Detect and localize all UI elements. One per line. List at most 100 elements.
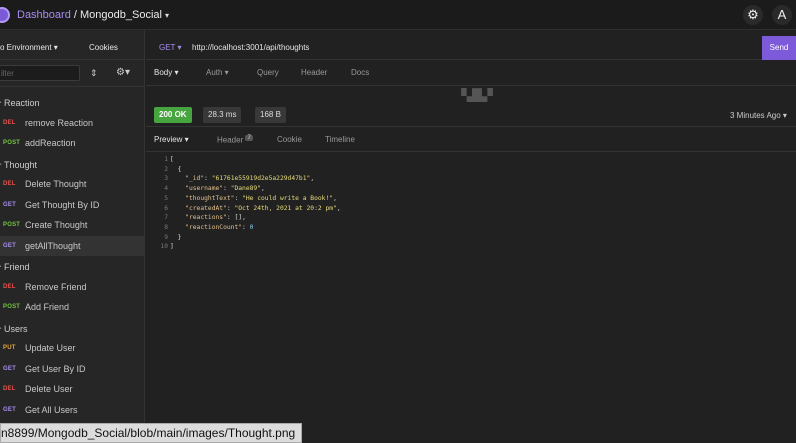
line-number: 5 <box>164 194 168 202</box>
method-badge: PUT <box>3 345 16 351</box>
line-number: 6 <box>164 204 168 212</box>
request-item[interactable]: GET Get Thought By ID <box>0 195 145 215</box>
folder-item[interactable]: ▸Friend <box>0 256 145 276</box>
request-label: Get User By ID <box>25 363 86 374</box>
tab-response-header[interactable]: Header 7 <box>217 135 253 145</box>
method-badge: POST <box>3 304 21 310</box>
filter-row: ilter ⇕ ⚙▾ <box>0 61 145 87</box>
json-value: "61761e55919d2e5a229d47b1" <box>211 175 311 183</box>
request-item[interactable]: DEL Delete Thought <box>0 174 145 194</box>
request-item[interactable]: PUT Update User <box>0 338 145 358</box>
request-item[interactable]: DEL Delete User <box>0 379 145 399</box>
request-item[interactable]: POST Create Thought <box>0 215 145 235</box>
request-item[interactable]: GET Get All Users <box>0 400 145 420</box>
request-item[interactable]: DEL Remove Friend <box>0 277 145 297</box>
json-key: "reactions" <box>185 214 227 222</box>
folder-item[interactable]: ▸Users <box>0 318 145 338</box>
request-item[interactable]: GET Get User By ID <box>0 359 145 379</box>
method-badge: GET <box>3 242 16 249</box>
request-tabs: Body ▾ Auth ▾ Query Header Docs <box>146 61 796 86</box>
json-key: "_id" <box>185 175 205 183</box>
method-badge: POST <box>3 222 21 228</box>
sidebar-settings-icon[interactable]: ⚙▾ <box>116 67 130 78</box>
app-logo-icon[interactable] <box>0 7 10 23</box>
request-item[interactable]: DEL remove Reaction <box>0 113 145 133</box>
account-icon[interactable]: A <box>772 5 792 25</box>
request-label: Update User <box>25 343 76 353</box>
status-url-tooltip: n8899/Mongodb_Social/blob/main/images/Th… <box>0 423 303 443</box>
request-label: getAllThought <box>25 240 81 251</box>
tab-preview[interactable]: Preview ▾ <box>154 135 189 144</box>
tab-response-header-label: Header <box>217 135 244 145</box>
tab-query[interactable]: Query <box>257 68 279 77</box>
sidebar: o Environment ▾ Cookies ilter ⇕ ⚙▾ ▸Reac… <box>0 30 145 443</box>
status-badge: 200 OK <box>154 107 192 123</box>
breadcrumb-dashboard[interactable]: Dashboard <box>17 9 71 21</box>
header-count-badge: 7 <box>245 135 253 141</box>
request-label: Delete Thought <box>25 179 87 189</box>
folder-chevron-icon[interactable]: ▸ <box>0 324 2 332</box>
request-item[interactable]: POST addReaction <box>0 133 145 153</box>
json-value: 0 <box>249 223 254 231</box>
response-time-badge: 28.3 ms <box>203 107 242 123</box>
history-dropdown[interactable]: 3 Minutes Ago ▾ <box>730 111 787 120</box>
send-button[interactable]: Send <box>762 36 796 60</box>
json-value: "Dane89" <box>230 185 262 193</box>
json-key: "thoughtText" <box>185 194 235 202</box>
breadcrumb-project[interactable]: Mongodb_Social <box>80 9 162 21</box>
request-item[interactable]: POST Add Friend <box>0 297 145 317</box>
request-label: Delete User <box>25 384 73 394</box>
code-line: ] <box>170 243 174 251</box>
tab-auth[interactable]: Auth ▾ <box>206 68 229 77</box>
method-badge: DEL <box>3 181 16 187</box>
code-line: "username": "Dane89", <box>185 185 265 193</box>
code-line: "_id": "61761e55919d2e5a229d47b1", <box>185 175 315 183</box>
request-label: Get All Users <box>25 404 78 415</box>
breadcrumb-separator: / <box>70 9 80 21</box>
environment-row: o Environment ▾ Cookies <box>0 30 145 60</box>
filter-input[interactable]: ilter <box>0 65 80 81</box>
folder-label: Thought <box>4 159 38 170</box>
json-value: [] <box>234 214 243 222</box>
top-bar: Dashboard / Mongodb_Social ▾ ⚙ A <box>0 0 796 30</box>
tab-cookie[interactable]: Cookie <box>277 135 302 144</box>
method-dropdown[interactable]: GET ▾ <box>159 43 182 52</box>
request-label: Add Friend <box>25 302 70 312</box>
json-key: "username" <box>185 185 224 193</box>
environment-dropdown[interactable]: o Environment ▾ <box>0 43 58 52</box>
line-number: 8 <box>164 223 168 231</box>
request-label: Remove Friend <box>25 281 87 292</box>
response-size-badge: 168 B <box>255 107 286 123</box>
response-json-viewer[interactable]: 1[2 {3 "_id": "61761e55919d2e5a229d47b1"… <box>146 154 796 274</box>
line-number: 3 <box>164 175 168 183</box>
request-label: addReaction <box>25 138 76 148</box>
folder-label: Users <box>4 323 28 334</box>
tab-header[interactable]: Header <box>301 68 327 77</box>
folder-item[interactable]: ▸Reaction <box>0 92 145 112</box>
url-bar: GET ▾ http://localhost:3001/api/thoughts <box>146 36 796 60</box>
cookies-button[interactable]: Cookies <box>89 43 118 52</box>
url-input[interactable]: http://localhost:3001/api/thoughts <box>192 43 309 52</box>
chevron-down-icon[interactable]: ▾ <box>165 11 169 20</box>
request-item[interactable]: GET getAllThought <box>0 235 145 256</box>
method-badge: GET <box>3 201 16 208</box>
tab-docs[interactable]: Docs <box>351 68 369 77</box>
code-line: } <box>170 233 182 241</box>
method-badge: DEL <box>3 119 16 126</box>
sort-icon[interactable]: ⇕ <box>90 68 98 79</box>
tab-timeline[interactable]: Timeline <box>325 135 355 144</box>
code-line: "thoughtText": "He could write a Book!", <box>185 194 337 202</box>
request-label: Get Thought By ID <box>25 199 100 210</box>
breadcrumb[interactable]: Dashboard / Mongodb_Social ▾ <box>17 9 169 21</box>
placeholder-illustration-icon: ▚█▞ <box>461 88 493 102</box>
folder-chevron-icon[interactable]: ▸ <box>0 98 2 106</box>
method-badge: DEL <box>3 386 16 392</box>
code-line: "reactions": [], <box>185 214 246 222</box>
folder-chevron-icon[interactable]: ▸ <box>0 160 2 168</box>
settings-gear-icon[interactable]: ⚙ <box>743 5 763 25</box>
folder-item[interactable]: ▸Thought <box>0 154 145 174</box>
method-badge: GET <box>3 365 16 372</box>
tab-body[interactable]: Body ▾ <box>154 68 178 77</box>
method-badge: POST <box>3 140 21 146</box>
folder-chevron-icon[interactable]: ▸ <box>0 262 2 270</box>
